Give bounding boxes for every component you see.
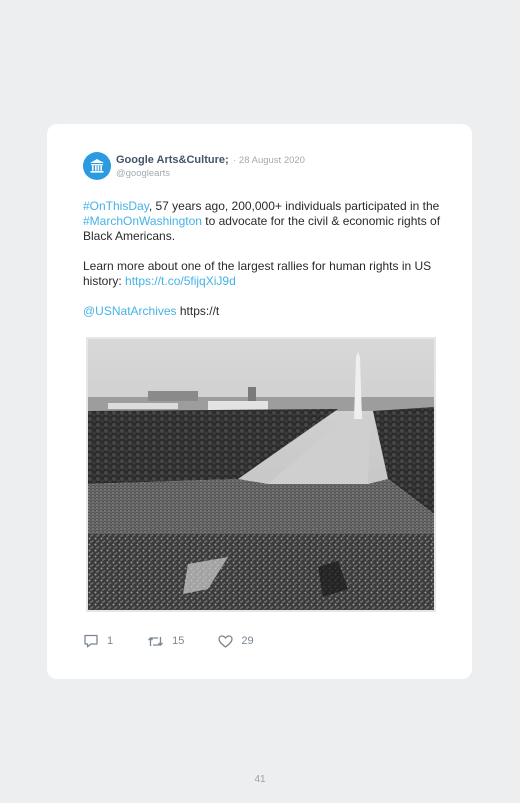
retweet-icon <box>148 636 164 646</box>
tweet-paragraph-2: Learn more about one of the largest rall… <box>83 259 443 289</box>
tweet-text-1: , 57 years ago, 200,000+ individuals par… <box>148 199 440 213</box>
author-handle[interactable]: @googlearts <box>116 167 305 180</box>
tweet-card: Google Arts&Culture; · 28 August 2020 @g… <box>47 124 472 679</box>
retweet-button[interactable]: 15 <box>147 635 184 648</box>
avatar[interactable] <box>83 152 111 180</box>
like-count: 29 <box>241 635 254 647</box>
reply-icon <box>84 634 98 648</box>
tweet-paragraph-1: #OnThisDay, 57 years ago, 200,000+ indiv… <box>83 199 443 244</box>
tweet-paragraph-3: @USNatArchives https://t <box>83 304 443 319</box>
tweet-link[interactable]: https://t.co/5fijqXiJ9d <box>125 274 236 288</box>
author-name[interactable]: Google Arts&Culture <box>116 154 225 166</box>
reply-count: 1 <box>107 635 114 647</box>
tweet-text: #OnThisDay, 57 years ago, 200,000+ indiv… <box>83 199 443 334</box>
author-suffix: ; <box>225 154 229 166</box>
retweet-count: 15 <box>172 635 185 647</box>
museum-icon <box>90 159 104 173</box>
page-number: 41 <box>254 774 266 785</box>
mention-link[interactable]: @USNatArchives <box>83 304 177 318</box>
trailing-link[interactable]: https://t <box>177 304 219 318</box>
like-button[interactable]: 29 <box>218 634 254 648</box>
tweet-date[interactable]: · 28 August 2020 <box>233 155 305 166</box>
tweet-header: Google Arts&Culture; · 28 August 2020 @g… <box>116 152 305 180</box>
hashtag-march[interactable]: #MarchOnWashington <box>83 214 202 228</box>
hashtag-onthisday[interactable]: #OnThisDay <box>83 199 149 213</box>
reply-button[interactable]: 1 <box>83 634 113 648</box>
tweet-photo[interactable] <box>86 337 436 612</box>
tweet-actions: 1 15 29 <box>83 634 254 648</box>
heart-icon <box>218 634 234 648</box>
